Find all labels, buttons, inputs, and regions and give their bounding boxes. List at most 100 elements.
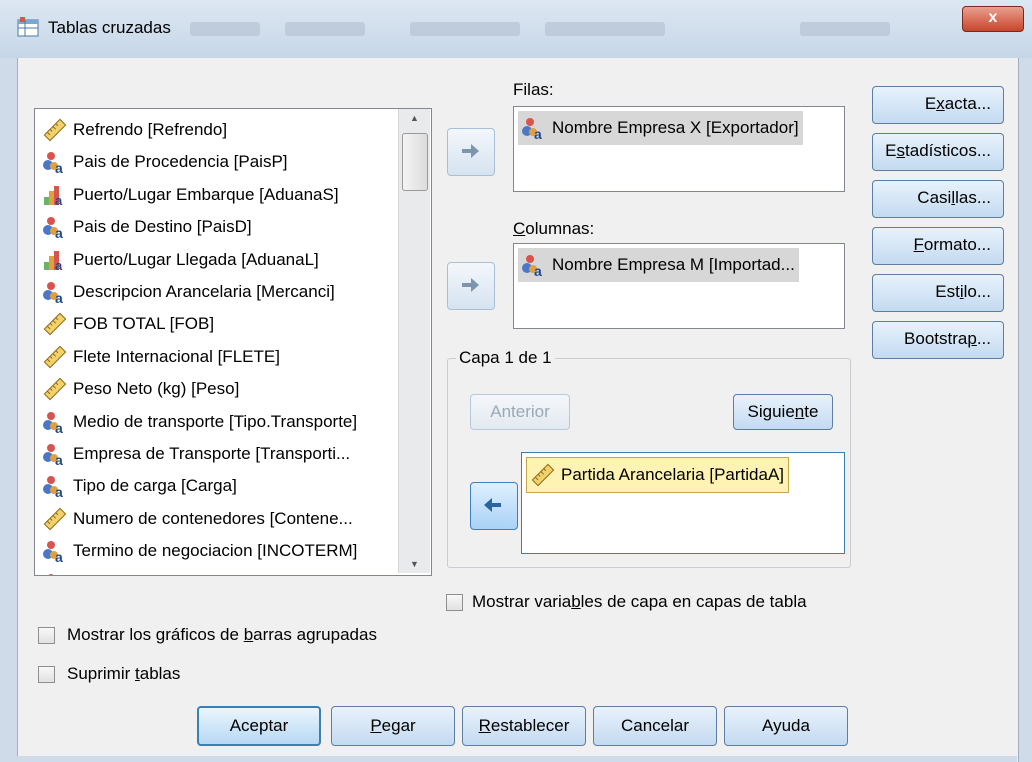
variable-list-scrollbar[interactable]: ▲ ▼ bbox=[398, 109, 430, 573]
exact-button[interactable]: Exacta... bbox=[872, 86, 1004, 124]
rows-box[interactable]: a Nombre Empresa X [Exportador] bbox=[513, 106, 845, 192]
variable-label: Tipo de carga [Carga] bbox=[73, 476, 237, 496]
ruler-icon bbox=[43, 118, 69, 142]
close-icon: x bbox=[988, 9, 998, 26]
variable-list-item[interactable]: a Pais de Procedencia [PaisP] bbox=[43, 147, 288, 177]
scroll-down-icon[interactable]: ▼ bbox=[399, 555, 430, 573]
svg-text:a: a bbox=[55, 160, 63, 174]
scroll-thumb[interactable] bbox=[402, 133, 428, 191]
variable-list-item[interactable]: Flete Internacional [FLETE] bbox=[43, 342, 280, 372]
columns-label: Columnas: bbox=[513, 219, 595, 238]
svg-text:a: a bbox=[55, 258, 63, 272]
move-to-rows-button[interactable] bbox=[447, 128, 495, 176]
svg-text:a: a bbox=[55, 193, 63, 207]
variable-label: Refrendo [Refrendo] bbox=[73, 120, 228, 139]
layer-item-label: Partida Arancelaria [PartidaA] bbox=[561, 465, 785, 484]
variable-list-item[interactable]: a Empresa de Transporte [Transporti... bbox=[43, 439, 350, 469]
variable-label: Pais de Destino [PaisD] bbox=[73, 217, 252, 237]
nominal-icon: a bbox=[43, 280, 69, 306]
nominal-icon: a bbox=[43, 572, 69, 575]
variable-label: Puerto/Lugar Llegada [AduanaL] bbox=[73, 249, 319, 269]
svg-text:a: a bbox=[534, 263, 542, 277]
rows-item[interactable]: a Nombre Empresa X [Exportador] bbox=[518, 111, 803, 145]
layer-item[interactable]: Partida Arancelaria [PartidaA] bbox=[526, 457, 790, 493]
previous-layer-button[interactable]: Anterior bbox=[470, 394, 570, 430]
style-button[interactable]: Estilo... bbox=[872, 274, 1004, 312]
variable-label: Pais de Procedencia [PaisP] bbox=[73, 152, 288, 172]
nominal-icon: a bbox=[43, 410, 69, 436]
checkbox-box[interactable] bbox=[38, 627, 55, 644]
nominal-icon: a bbox=[43, 442, 69, 468]
checkbox-box[interactable] bbox=[446, 594, 463, 611]
columns-box[interactable]: a Nombre Empresa M [Importad... bbox=[513, 243, 845, 329]
format-button[interactable]: Formato... bbox=[872, 227, 1004, 265]
svg-text:a: a bbox=[55, 225, 63, 239]
variable-list-item[interactable]: a Termino de negociacion [INCOTERM] bbox=[43, 536, 357, 566]
next-label-b: n bbox=[794, 402, 805, 421]
bootstrap-button[interactable]: Bootstrap... bbox=[872, 321, 1004, 359]
svg-text:a: a bbox=[534, 126, 542, 140]
variable-list-item[interactable]: Numero de contenedores [Contene... bbox=[43, 504, 353, 534]
variable-list-item[interactable]: a Medio de transporte [Tipo.Transporte] bbox=[43, 407, 357, 437]
arrow-right-icon bbox=[462, 144, 479, 158]
crosstabs-dialog: Tablas cruzadas x Refrendo [Refrendo] a Pa… bbox=[0, 0, 1032, 762]
next-label-c: te bbox=[804, 402, 819, 421]
background-blur bbox=[190, 22, 260, 36]
checkbox-box[interactable] bbox=[38, 666, 55, 683]
variable-list-item[interactable]: Peso Neto (kg) [Peso] bbox=[43, 374, 239, 404]
nominal-icon: a bbox=[43, 150, 69, 176]
variable-list-item[interactable]: a Puerto/Lugar Embarque [AduanaS] bbox=[43, 180, 339, 210]
layer-box[interactable]: Partida Arancelaria [PartidaA] bbox=[521, 452, 845, 554]
variable-list-item[interactable]: a Puerto/Lugar Llegada [AduanaL] bbox=[43, 245, 319, 275]
variable-list[interactable]: Refrendo [Refrendo] a Pais de Procedencia … bbox=[34, 108, 432, 576]
variable-list-item[interactable]: a Pais de Destino [PaisD] bbox=[43, 212, 252, 242]
variable-label: Medio de transporte [Tipo.Transporte] bbox=[73, 411, 358, 431]
layer-group-title: Capa 1 de 1 bbox=[456, 348, 555, 368]
cancel-button[interactable]: Cancelar bbox=[593, 706, 717, 746]
svg-text:a: a bbox=[55, 420, 63, 434]
crosstabs-app-icon bbox=[17, 17, 39, 37]
variable-label: Puerto/Lugar Embarque [AduanaS] bbox=[73, 184, 339, 204]
variable-list-item[interactable]: a Tipo de carga [Carga] bbox=[43, 471, 237, 501]
close-button[interactable]: x bbox=[962, 6, 1024, 32]
window-bottom-border bbox=[17, 756, 1017, 762]
move-to-columns-button[interactable] bbox=[447, 262, 495, 310]
ruler-icon bbox=[43, 312, 69, 336]
statistics-button[interactable]: Estadísticos... bbox=[872, 133, 1004, 171]
columns-item[interactable]: a Nombre Empresa M [Importad... bbox=[518, 248, 799, 282]
help-button[interactable]: Ayuda bbox=[724, 706, 848, 746]
columns-item-label: Nombre Empresa M [Importad... bbox=[552, 255, 795, 274]
variable-label: Empresa de Transporte [Transporti... bbox=[73, 444, 351, 463]
next-layer-button[interactable]: Siguiente bbox=[733, 394, 833, 430]
svg-text:a: a bbox=[55, 452, 63, 466]
paste-button[interactable]: Pegar bbox=[331, 706, 455, 746]
variable-list-item[interactable]: a Descripcion Arancelaria [Mercanci] bbox=[43, 277, 335, 307]
nominal-icon: a bbox=[43, 474, 69, 500]
variable-list-item-partial[interactable]: a bbox=[43, 569, 73, 575]
variable-list-item[interactable]: Refrendo [Refrendo] bbox=[43, 115, 227, 145]
svg-text:a: a bbox=[55, 549, 63, 563]
rows-label: Filas: bbox=[513, 80, 554, 99]
ruler-icon bbox=[43, 377, 69, 401]
background-blur bbox=[545, 22, 665, 36]
arrow-right-icon bbox=[462, 278, 479, 292]
variable-label: Flete Internacional [FLETE] bbox=[73, 346, 280, 366]
variable-label: Descripcion Arancelaria [Mercanci] bbox=[73, 282, 335, 301]
window-title: Tablas cruzadas bbox=[48, 18, 171, 37]
variable-list-item[interactable]: FOB TOTAL [FOB] bbox=[43, 309, 214, 339]
title-bar: Tablas cruzadas x bbox=[0, 0, 1032, 58]
variable-label: Peso Neto (kg) [Peso] bbox=[73, 379, 240, 399]
svg-text:a: a bbox=[55, 484, 63, 498]
background-blur bbox=[285, 22, 365, 36]
variable-label: Termino de negociacion [INCOTERM] bbox=[73, 541, 358, 561]
accept-button[interactable]: Aceptar bbox=[197, 706, 321, 746]
nominal-icon: a bbox=[43, 539, 69, 565]
background-blur bbox=[800, 22, 890, 36]
scroll-up-icon[interactable]: ▲ bbox=[399, 109, 430, 127]
reset-button[interactable]: Restablecer bbox=[462, 706, 586, 746]
grouped-bar-charts-label: Mostrar los gráficos de barras agrupadas bbox=[67, 625, 377, 644]
cells-button[interactable]: Casillas... bbox=[872, 180, 1004, 218]
ordinal-icon: a bbox=[43, 248, 69, 273]
show-layer-vars-label: Mostrar variables de capa en capas de ta… bbox=[472, 592, 807, 611]
variable-label: FOB TOTAL [FOB] bbox=[73, 314, 215, 334]
